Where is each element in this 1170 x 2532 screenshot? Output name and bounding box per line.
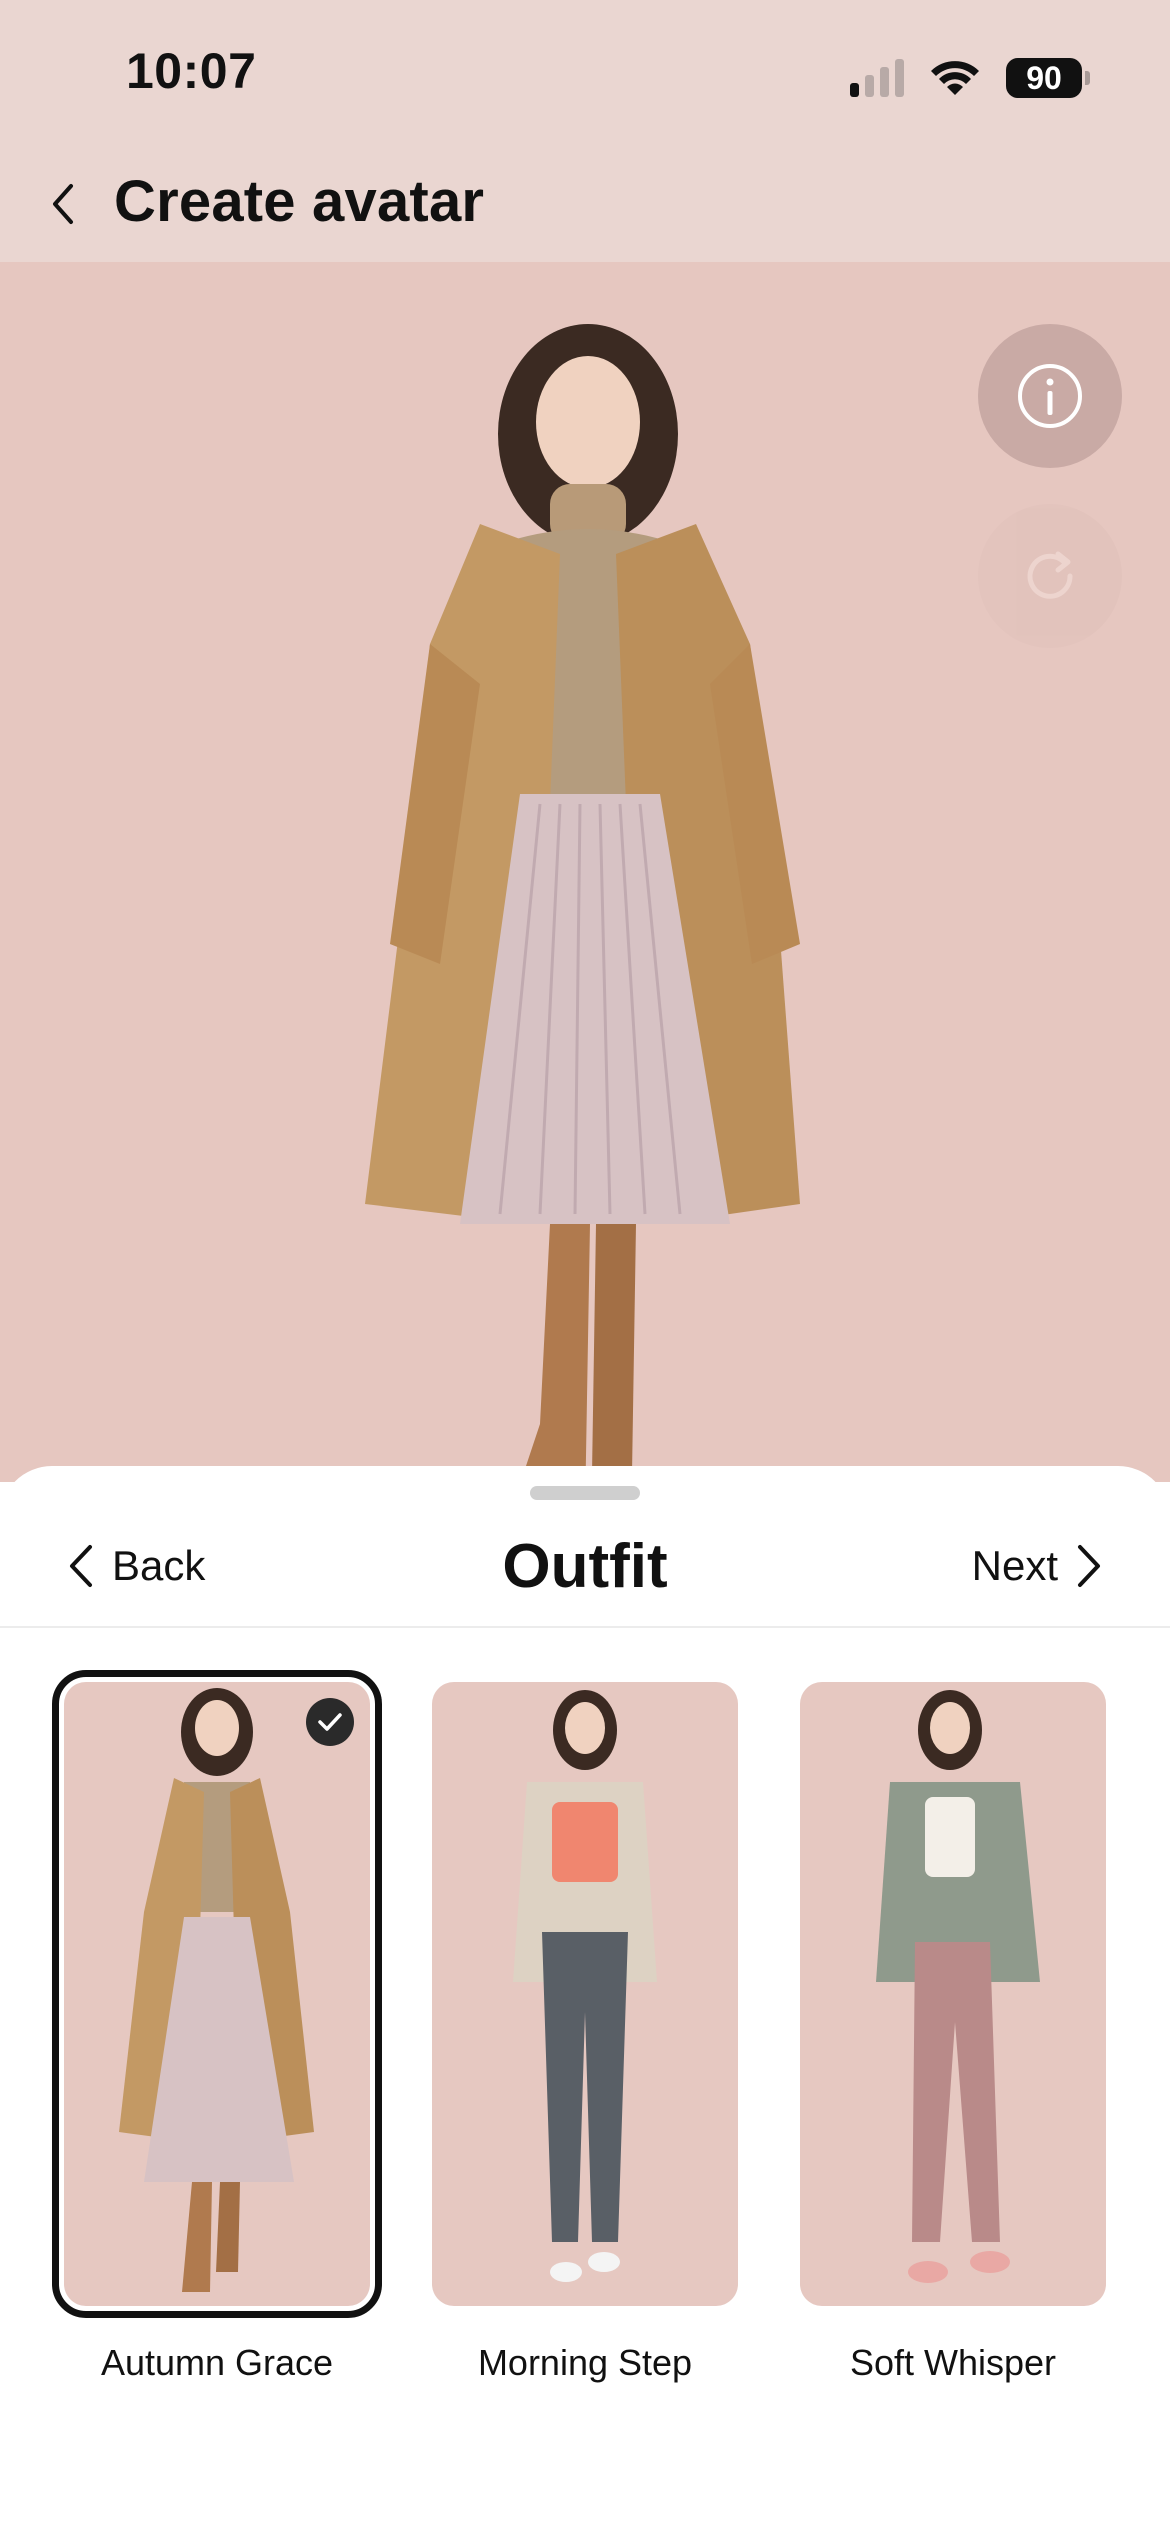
selected-check-icon (306, 1698, 354, 1746)
refresh-icon (1027, 551, 1073, 599)
chevron-right-icon (1078, 1545, 1100, 1587)
avatar-image (365, 324, 800, 1482)
chevron-left-icon (53, 184, 73, 224)
wifi-icon (931, 61, 979, 95)
outfit-label: Autumn Grace (100, 2342, 334, 2383)
status-icons: 90 (850, 56, 1090, 100)
refresh-button[interactable] (978, 504, 1122, 648)
outfit-card-morning-step[interactable] (432, 1682, 738, 2306)
outfit-sheet: Back Outfit Next Autumn Grace Morning St… (0, 1466, 1170, 2532)
sheet-handle[interactable] (530, 1486, 640, 1500)
battery-icon: 90 (1006, 58, 1082, 98)
outfit-card-autumn-grace[interactable] (52, 1670, 382, 2318)
outfit-thumbnail (119, 1688, 314, 2292)
outfit-label: Soft Whisper (849, 2342, 1057, 2383)
header-back-button[interactable] (40, 176, 84, 232)
next-label: Next (971, 1542, 1058, 1589)
divider (0, 1626, 1170, 1628)
outfit-thumbnail (876, 1690, 1040, 2283)
top-bar: 10:07 90 Create avatar (0, 0, 1170, 262)
outfit-card-soft-whisper[interactable] (800, 1682, 1106, 2306)
signal-icon (850, 59, 904, 97)
page-title: Create avatar (114, 169, 485, 234)
outfit-thumbnail (513, 1690, 657, 2282)
info-icon (1018, 364, 1082, 428)
avatar-preview (0, 262, 1170, 1482)
status-time: 10:07 (126, 43, 257, 99)
info-button[interactable] (978, 324, 1122, 468)
battery-level: 90 (1026, 59, 1062, 96)
outfit-label: Morning Step (477, 2342, 693, 2383)
next-button[interactable]: Next (972, 1526, 1104, 1606)
